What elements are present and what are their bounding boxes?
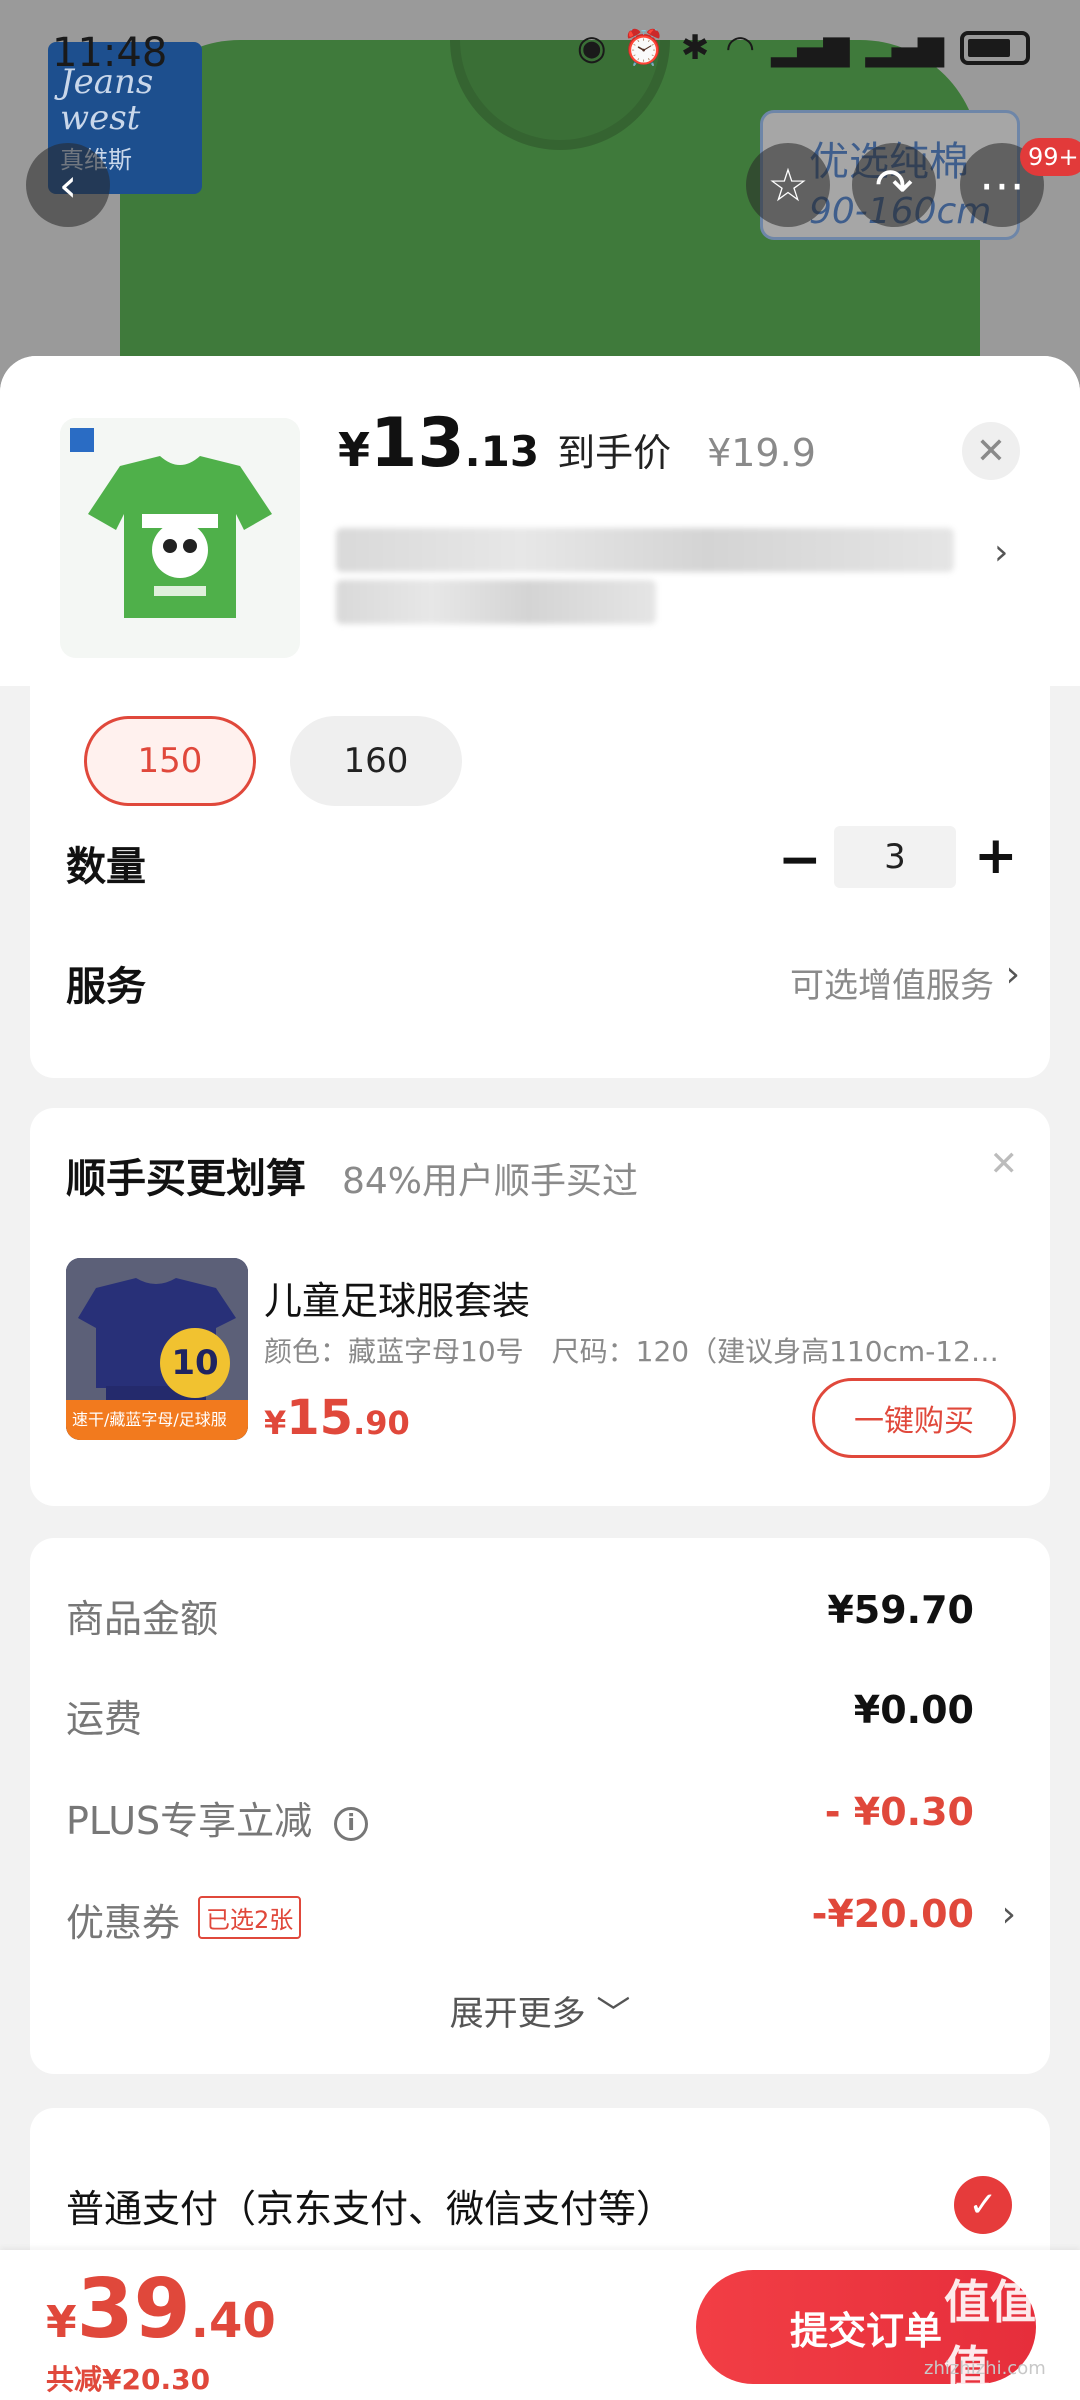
blurred-product-title-2 — [336, 580, 656, 624]
signal-icon: ▂▄▆ — [771, 28, 850, 68]
status-time: 11:48 — [52, 30, 168, 76]
upsell-subtitle: 84%用户顺手买过 — [342, 1161, 639, 1202]
service-value[interactable]: 可选增值服务 — [790, 958, 994, 1007]
service-label: 服务 — [66, 964, 146, 1010]
quantity-decrease-button[interactable]: − — [778, 830, 822, 890]
checkout-footer: ¥39.40 共减¥20.30 提交订单 — [0, 2250, 1080, 2400]
submit-order-label: 提交订单 — [789, 2308, 942, 2353]
spec-card: 150 160 数量 − 3 + 服务 可选增值服务 › — [30, 686, 1050, 1078]
summary-label-wrap: 优惠券 已选2张 — [66, 1892, 302, 1947]
upsell-item-name[interactable]: 儿童足球服套装 — [264, 1270, 530, 1325]
price-row: ¥ 13 .13 到手价 ¥19.9 — [338, 404, 816, 483]
summary-row-goods: 商品金额 ¥59.70 — [66, 1588, 1016, 1648]
product-thumbnail[interactable] — [60, 418, 300, 658]
chevron-right-icon[interactable]: › — [1002, 1894, 1016, 1935]
quantity-label: 数量 — [66, 844, 146, 890]
back-button[interactable]: ‹ — [26, 143, 110, 227]
upsell-price-symbol: ¥ — [264, 1404, 287, 1442]
summary-value: - ¥0.30 — [824, 1790, 974, 1834]
chevron-left-icon: ‹ — [58, 158, 78, 212]
price-summary-card: 商品金额 ¥59.70 运费 ¥0.00 PLUS专享立减 i - ¥0.30 优… — [30, 1538, 1050, 2074]
message-count-badge: 99+ — [1020, 138, 1080, 176]
checkmark-icon: ✓ — [968, 2185, 998, 2225]
payment-selected-checkbox[interactable]: ✓ — [954, 2176, 1012, 2234]
price-integer: 13 — [370, 404, 465, 483]
coupon-count-badge: 已选2张 — [198, 1896, 302, 1939]
one-click-buy-button[interactable]: 一键购买 — [812, 1378, 1016, 1458]
star-icon: ☆ — [767, 158, 809, 212]
share-button[interactable]: ↷ — [852, 143, 936, 227]
close-icon: ✕ — [975, 430, 1007, 472]
summary-row-plus: PLUS专享立减 i - ¥0.30 — [66, 1790, 1016, 1850]
summary-value: ¥0.00 — [853, 1688, 974, 1732]
order-confirm-screen: Jeans west 真维斯 优选纯棉 90-160cm 11:48 ◉ ⏰ ✱… — [0, 0, 1080, 2400]
summary-label: 优惠券 — [66, 1901, 181, 1945]
battery-icon — [960, 31, 1030, 65]
shirt-thumbnail-icon — [60, 418, 300, 658]
total-price: ¥39.40 — [46, 2262, 276, 2357]
watermark-url: zhizhizhi.com — [924, 2358, 1046, 2379]
price-decimal: .13 — [464, 427, 540, 476]
summary-label: 商品金额 — [66, 1597, 219, 1641]
alarm-icon: ⏰ — [622, 28, 665, 68]
total-saved: 共减¥20.30 — [46, 2363, 211, 2396]
size-option-150[interactable]: 150 — [84, 716, 256, 806]
signal-2-icon: ▂▄▆ — [865, 28, 944, 68]
close-button[interactable]: ✕ — [962, 422, 1020, 480]
quantity-value: 3 — [884, 837, 906, 877]
upsell-close-icon[interactable]: ✕ — [990, 1144, 1019, 1184]
eye-icon: ◉ — [576, 28, 607, 68]
upsell-price-decimal: .90 — [353, 1404, 410, 1442]
summary-row-coupon[interactable]: 优惠券 已选2张 -¥20.00 › — [66, 1892, 1016, 1952]
upsell-item-strip: 速干/藏蓝字母/足球服 — [66, 1400, 248, 1440]
summary-label: 运费 — [66, 1697, 143, 1741]
more-icon: ⋯ — [979, 158, 1025, 212]
one-click-buy-label: 一键购买 — [854, 1404, 974, 1439]
original-price: ¥19.9 — [707, 431, 816, 475]
upsell-title: 顺手买更划算 — [66, 1156, 306, 1202]
status-bar: 11:48 ◉ ⏰ ✱ ◠ ▂▄▆ ▂▄▆ — [0, 0, 1080, 100]
wifi-icon: ◠ — [725, 28, 756, 68]
upsell-item-number: 10 — [160, 1328, 230, 1398]
final-price-tag: 到手价 — [557, 431, 672, 475]
expand-more-button[interactable]: 展开更多 ﹀ — [30, 1986, 1050, 2035]
upsell-item-attributes: 颜色：藏蓝字母10号 尺码：120（建议身高110cm-120cm） — [264, 1335, 1008, 1368]
favorite-button[interactable]: ☆ — [746, 143, 830, 227]
summary-row-shipping: 运费 ¥0.00 — [66, 1688, 1016, 1748]
chevron-right-icon[interactable]: › — [1006, 954, 1020, 995]
bluetooth-icon: ✱ — [680, 28, 710, 68]
share-icon: ↷ — [874, 158, 914, 212]
info-icon[interactable]: i — [334, 1807, 369, 1841]
summary-label-wrap: PLUS专享立减 i — [66, 1790, 369, 1845]
blurred-product-title — [336, 528, 954, 572]
product-header: ¥ 13 .13 到手价 ¥19.9 ✕ › — [0, 356, 1080, 686]
summary-label: PLUS专享立减 — [66, 1799, 313, 1843]
size-option-160[interactable]: 160 — [290, 716, 462, 806]
upsell-price-integer: 15 — [286, 1390, 354, 1446]
status-icons: ◉ ⏰ ✱ ◠ ▂▄▆ ▂▄▆ — [577, 28, 1030, 68]
upsell-card: 顺手买更划算 84%用户顺手买过 ✕ 10 速干/藏蓝字母/足球服 儿童足球服套… — [30, 1108, 1050, 1506]
summary-value: ¥59.70 — [827, 1588, 974, 1632]
quantity-increase-button[interactable]: + — [974, 826, 1018, 886]
total-price-integer: 39 — [76, 2262, 191, 2357]
summary-value: -¥20.00 — [811, 1892, 974, 1936]
payment-method-label[interactable]: 普通支付（京东支付、微信支付等） — [66, 2178, 674, 2233]
order-sheet: ¥ 13 .13 到手价 ¥19.9 ✕ › 150 160 数量 − 3 + … — [0, 356, 1080, 2400]
total-price-decimal: .40 — [190, 2293, 276, 2349]
upsell-item-price: ¥15.90 — [264, 1390, 410, 1446]
size-option-label: 150 — [137, 741, 203, 781]
quantity-input[interactable]: 3 — [834, 826, 956, 888]
upsell-item-image[interactable]: 10 速干/藏蓝字母/足球服 — [66, 1258, 248, 1440]
total-price-symbol: ¥ — [46, 2297, 77, 2348]
chevron-right-icon[interactable]: › — [994, 532, 1008, 573]
size-option-label: 160 — [343, 741, 409, 781]
price-symbol: ¥ — [338, 423, 371, 477]
